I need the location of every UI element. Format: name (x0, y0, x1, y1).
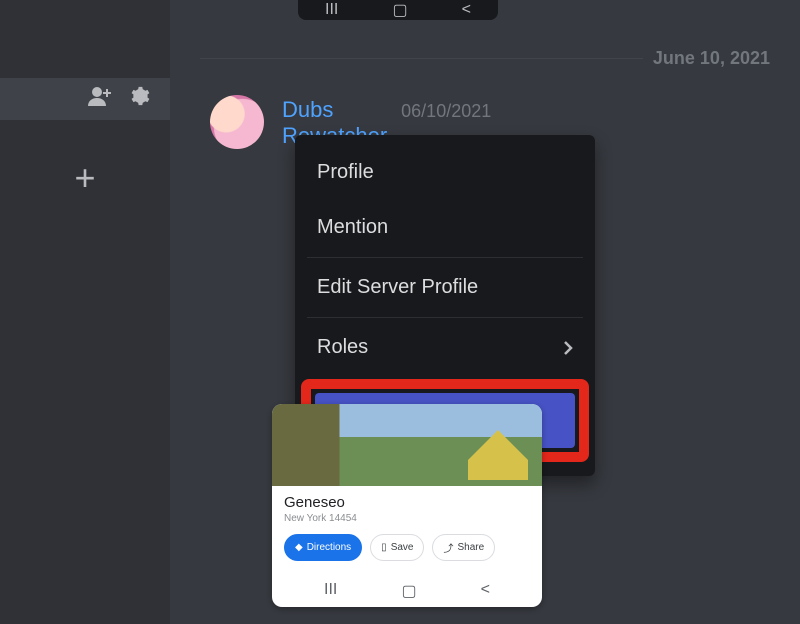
nav-back-icon: < (481, 581, 490, 601)
directions-button[interactable]: ◆ Directions (284, 534, 362, 561)
sidebar: + (0, 0, 170, 624)
ctx-mention[interactable]: Mention (295, 200, 595, 255)
embed-nav: III ▢ < (272, 571, 542, 607)
add-member-icon[interactable] (88, 86, 112, 106)
message-timestamp: 06/10/2021 (401, 101, 491, 122)
embed-card[interactable]: Geneseo New York 14454 ◆ Directions ▯ Sa… (272, 404, 542, 607)
embed-title: Geneseo (284, 494, 530, 511)
add-server-button[interactable]: + (0, 160, 170, 196)
save-label: Save (391, 542, 414, 553)
nav-home-icon: ▢ (401, 581, 416, 601)
gear-icon[interactable] (128, 85, 150, 107)
diamond-icon: ◆ (295, 542, 303, 553)
ctx-profile[interactable]: Profile (295, 145, 595, 200)
ctx-separator (307, 257, 583, 258)
share-button[interactable]: ⤴ Share (432, 534, 495, 561)
ctx-roles-label: Roles (317, 336, 368, 359)
bookmark-icon: ▯ (381, 542, 387, 553)
directions-label: Directions (307, 542, 351, 553)
ctx-roles[interactable]: Roles (295, 320, 595, 375)
nav-recent-icon: III (325, 1, 338, 19)
date-divider-label: June 10, 2021 (643, 48, 770, 69)
embed-photo (272, 404, 542, 486)
nav-back-icon: < (462, 1, 471, 19)
share-label: Share (457, 542, 484, 553)
ctx-edit-server-profile[interactable]: Edit Server Profile (295, 260, 595, 315)
phone-nav-fragment: III ▢ < (298, 0, 498, 20)
share-icon: ⤴ (443, 540, 453, 555)
embed-subtitle: New York 14454 (284, 513, 530, 524)
avatar[interactable] (210, 95, 264, 149)
chevron-right-icon (563, 341, 573, 355)
main-pane: III ▢ < June 10, 2021 Dubs Rewatcher 06/… (170, 0, 800, 624)
save-button[interactable]: ▯ Save (370, 534, 424, 561)
nav-home-icon: ▢ (392, 0, 407, 20)
nav-recent-icon: III (324, 581, 337, 601)
ctx-separator (307, 317, 583, 318)
